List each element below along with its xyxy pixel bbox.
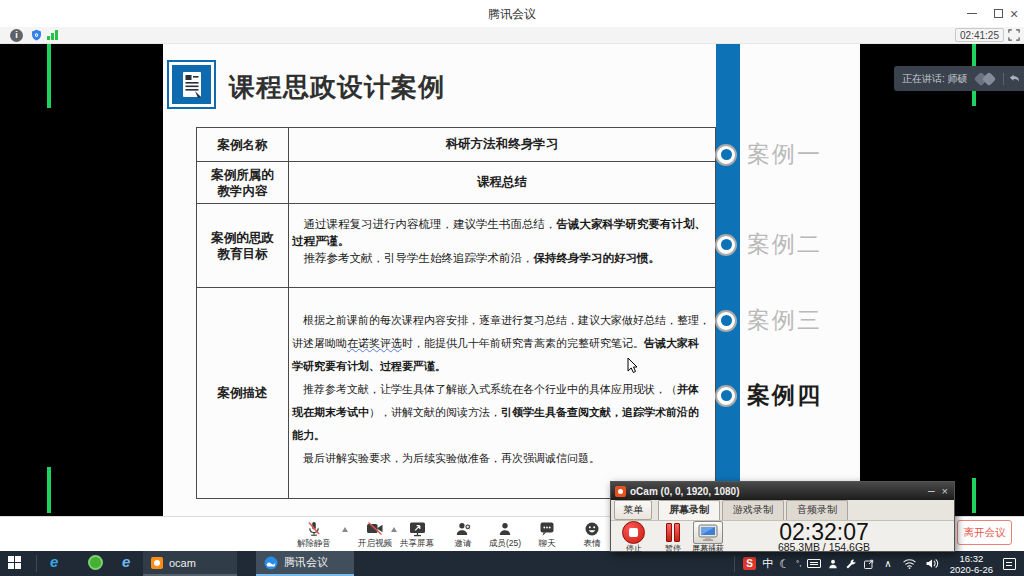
share-screen-icon — [391, 520, 443, 537]
row-label: 案例所属的 教学内容 — [197, 162, 289, 203]
table-row: 案例的思政 教育目标 通过课程复习进行内容梳理，建议学生书面总结，告诫大家科学研… — [197, 204, 715, 288]
ocam-stop-button[interactable] — [622, 521, 645, 544]
marker-line — [972, 478, 976, 513]
ime-lang-indicator[interactable]: 中 — [762, 556, 773, 571]
windows-taskbar: e e ocam 腾讯会议 S 中 ☾ °, ∧ 16:32 2020-6- — [0, 551, 1024, 576]
fullscreen-icon[interactable] — [1008, 29, 1020, 41]
volume-icon[interactable] — [925, 558, 940, 569]
slide-title: 课程思政设计案例 — [229, 70, 445, 105]
window-title: 腾讯会议 — [0, 6, 1024, 23]
presentation-slide: 课程思政设计案例 案例名称 科研方法和终身学习 案例所属的 教学内容 课程总结 … — [163, 44, 860, 516]
ocam-app-icon — [151, 557, 163, 569]
nav-ribbon — [716, 44, 740, 510]
share-screen-button[interactable]: 共享屏幕 — [391, 520, 443, 550]
mic-options-arrow[interactable] — [342, 527, 348, 532]
desc-text: 根据之前课前的每次课程内容安排，逐章进行复习总结，建议大家做好总结，整理， 讲述… — [289, 288, 715, 498]
user-tray-icon[interactable] — [827, 558, 839, 570]
meeting-duration: 02:41:25 — [955, 28, 1004, 42]
close-button[interactable]: × — [1002, 0, 1024, 27]
ocam-close-button[interactable]: × — [942, 485, 948, 497]
table-row: 案例描述 根据之前课前的每次课程内容安排，逐章进行复习总结，建议大家做好总结，整… — [197, 288, 715, 498]
screen: 腾讯会议 × i 02:41:25 课程思政设计案例 案例名称 — [0, 0, 1024, 576]
wifi-icon[interactable] — [902, 558, 917, 569]
unmute-button[interactable]: 解除静音 — [288, 520, 340, 550]
speaker-overlay: 正在讲话: 师硕 — [894, 66, 1024, 91]
leave-meeting-button[interactable]: 离开会议 — [957, 520, 1012, 545]
goal-text: 通过课程复习进行内容梳理，建议学生书面总结，告诫大家科学研究要有计划、 过程严谨… — [289, 204, 715, 287]
row-label: 案例名称 — [197, 128, 289, 161]
speaker-text: 正在讲话: 师硕 — [902, 72, 968, 86]
ocam-app-logo — [615, 486, 626, 497]
start-button[interactable] — [8, 556, 22, 570]
row-value: 科研方法和终身学习 — [289, 128, 715, 161]
meeting-infobar: i 02:41:25 — [0, 27, 1024, 44]
row-label: 案例的思政 教育目标 — [197, 204, 289, 287]
tencent-meeting-app-icon — [264, 556, 278, 570]
system-tray: S 中 ☾ °, ∧ 16:32 2020-6-26 — [729, 551, 1024, 576]
ocam-minimize-button[interactable]: – — [928, 484, 935, 498]
mouse-cursor — [627, 357, 638, 373]
monitor-icon — [698, 524, 718, 541]
ocam-tab-screen-record[interactable]: 屏幕录制 — [658, 500, 720, 520]
reply-arrow-icon[interactable] — [1009, 73, 1020, 84]
window-titlebar: 腾讯会议 × — [0, 0, 1024, 27]
ocam-window: oCam (0, 0, 1920, 1080) – × 菜单 屏幕录制 游戏录制… — [610, 481, 955, 552]
action-center-icon[interactable] — [1003, 558, 1016, 570]
tray-expand-chevron[interactable]: ∧ — [884, 558, 891, 569]
shared-screen-area: 课程思政设计案例 案例名称 科研方法和终身学习 案例所属的 教学内容 课程总结 … — [0, 44, 1024, 516]
ocam-tabs: 菜单 屏幕录制 游戏录制 音频录制 — [611, 500, 954, 521]
ocam-body: 停止 暂停 屏幕捕获 02:32:07 685.3MB / 154.6GB — [611, 521, 954, 551]
ocam-file-size: 685.3MB / 154.6GB — [749, 541, 899, 553]
ocam-pause-button[interactable] — [664, 523, 682, 542]
sogou-icon[interactable]: S — [743, 557, 756, 570]
row-label: 案例描述 — [197, 288, 289, 498]
ocam-tab-menu[interactable]: 菜单 — [614, 500, 652, 520]
ocam-tab-game-record[interactable]: 游戏录制 — [722, 500, 784, 520]
ocam-tab-audio-record[interactable]: 音频录制 — [786, 500, 848, 520]
marker-line — [47, 467, 51, 513]
wrench-icon[interactable] — [845, 558, 857, 570]
shield-icon[interactable] — [30, 29, 43, 42]
share-tray-icon[interactable] — [863, 558, 875, 570]
ocam-title: oCam (0, 0, 1920, 1080) — [630, 486, 921, 497]
ie-icon[interactable]: e — [122, 553, 130, 570]
table-row: 案例所属的 教学内容 课程总结 — [197, 162, 715, 204]
mic-muted-icon — [288, 520, 340, 537]
moon-icon[interactable]: ☾ — [779, 557, 790, 571]
info-icon[interactable]: i — [10, 29, 23, 42]
row-value: 课程总结 — [289, 162, 715, 203]
browser-360-icon[interactable] — [88, 555, 103, 570]
nav-case-3[interactable]: 案例三 — [715, 305, 822, 336]
marker-line — [47, 44, 51, 108]
ocam-capture-button[interactable] — [693, 521, 723, 544]
slide-logo — [167, 60, 216, 109]
taskbar-app-ocam[interactable]: ocam — [143, 551, 237, 576]
nav-case-2[interactable]: 案例二 — [715, 229, 822, 260]
meeting-logo-icon — [974, 72, 999, 86]
taskbar-app-tencent-meeting[interactable]: 腾讯会议 — [256, 551, 354, 576]
edge-icon[interactable]: e — [50, 553, 58, 570]
nav-case-4[interactable]: 案例四 — [715, 380, 822, 411]
ocam-titlebar[interactable]: oCam (0, 0, 1920, 1080) – × — [611, 482, 954, 500]
keyboard-icon[interactable] — [807, 559, 821, 568]
ime-symbols[interactable]: °, — [796, 559, 801, 568]
minimize-button[interactable] — [960, 0, 984, 27]
case-table: 案例名称 科研方法和终身学习 案例所属的 教学内容 课程总结 案例的思政 教育目… — [196, 127, 716, 499]
taskbar-clock[interactable]: 16:32 2020-6-26 — [950, 553, 993, 575]
table-row: 案例名称 科研方法和终身学习 — [197, 128, 715, 162]
nav-case-1[interactable]: 案例一 — [715, 139, 822, 170]
